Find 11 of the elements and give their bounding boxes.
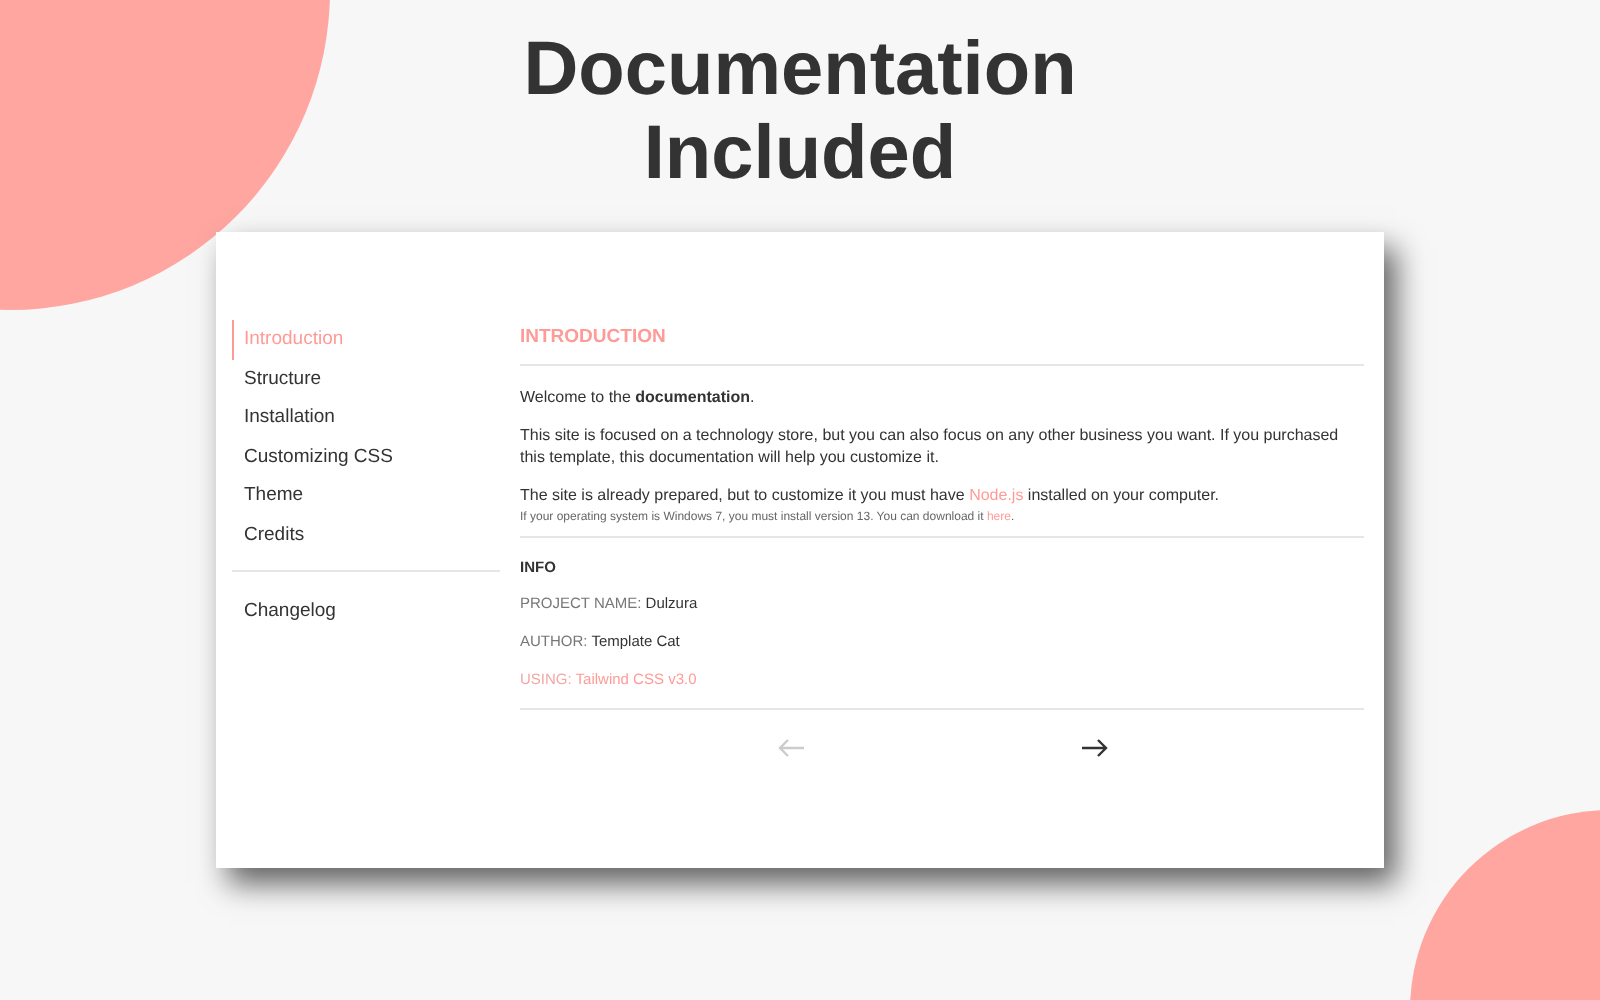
paragraph: This site is focused on a technology store, but you can also focus on any other business you want. If you purchased this template, this documentation will help you customize it. bbox=[520, 423, 1341, 469]
sidebar-item[interactable]: Structure bbox=[232, 359, 500, 398]
sidebar-item[interactable]: Changelog bbox=[232, 592, 500, 631]
sidebar-item[interactable]: Credits bbox=[232, 515, 500, 554]
section-title: INTRODUCTION bbox=[520, 326, 668, 348]
sidebar-item[interactable]: Customizing CSS bbox=[232, 437, 500, 476]
welcome-text: Welcome to the documentation. bbox=[520, 386, 757, 409]
paragraph: The site is already prepared, but to customize it you must have Node.js installed on your computer. bbox=[520, 483, 1222, 506]
headline: Documentation Included bbox=[523, 28, 1077, 196]
sidebar-item[interactable]: Installation bbox=[232, 398, 500, 437]
sidebar-item[interactable]: Theme bbox=[232, 476, 500, 515]
